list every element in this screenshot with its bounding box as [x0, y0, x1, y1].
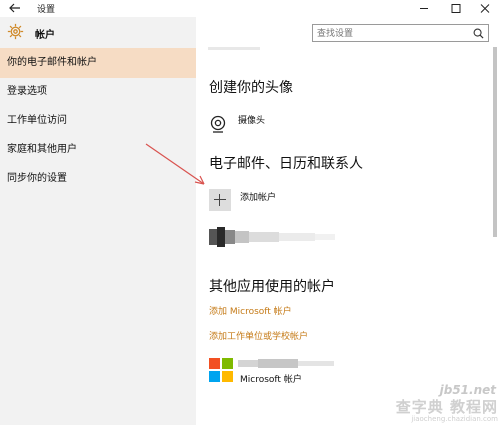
- camera-label[interactable]: 摄像头: [238, 113, 265, 126]
- maximize-icon[interactable]: [441, 0, 471, 17]
- back-arrow-icon[interactable]: [8, 1, 22, 15]
- add-work-school-account-link[interactable]: 添加工作单位或学校帐户: [209, 329, 308, 342]
- gear-icon: [7, 23, 24, 40]
- main-content: 创建你的头像 摄像头 电子邮件、日历和联系人 添加帐户 其他应用使用的帐户 添加…: [196, 47, 500, 425]
- search-box[interactable]: [312, 24, 489, 42]
- close-icon[interactable]: [470, 0, 500, 17]
- annotation-arrow-icon: [145, 143, 205, 185]
- search-input[interactable]: [317, 27, 467, 40]
- title-bar: 设置: [0, 0, 500, 17]
- watermark-url: jiaocheng.chazidian.com: [411, 415, 498, 423]
- microsoft-logo-icon: [209, 358, 233, 382]
- watermark-site: jb51.net: [439, 383, 496, 397]
- add-account-button[interactable]: [209, 189, 231, 211]
- redacted-account-entry[interactable]: [209, 227, 335, 247]
- watermark: jb51.net 查字典 教程网 jiaocheng.chazidian.com: [368, 383, 500, 425]
- avatar-section-heading: 创建你的头像: [209, 80, 293, 96]
- search-icon[interactable]: [473, 28, 484, 39]
- watermark-brand: 查字典 教程网: [395, 398, 498, 416]
- sidebar-item-sign-in-options[interactable]: 登录选项: [0, 77, 196, 107]
- sidebar-header-label: 帐户: [35, 30, 55, 41]
- add-account-label[interactable]: 添加帐户: [240, 190, 276, 203]
- minimize-icon[interactable]: [409, 0, 439, 17]
- other-apps-section-heading: 其他应用使用的帐户: [209, 279, 335, 295]
- sidebar-header: 帐户: [0, 17, 196, 47]
- microsoft-account-label[interactable]: Microsoft 帐户: [240, 372, 302, 385]
- window-title: 设置: [37, 5, 56, 15]
- sidebar-item-email-accounts[interactable]: 你的电子邮件和帐户: [0, 48, 196, 78]
- email-section-heading: 电子邮件、日历和联系人: [209, 156, 363, 172]
- redacted-microsoft-email: [238, 359, 334, 368]
- previous-section-edge: [208, 47, 260, 50]
- content-scrollbar[interactable]: [493, 47, 497, 237]
- sidebar: 帐户 你的电子邮件和帐户 登录选项 工作单位访问 家庭和其他用户 同步你的设置: [0, 17, 196, 425]
- camera-icon[interactable]: [209, 115, 227, 133]
- add-microsoft-account-link[interactable]: 添加 Microsoft 帐户: [209, 304, 292, 317]
- sidebar-item-work-access[interactable]: 工作单位访问: [0, 106, 196, 136]
